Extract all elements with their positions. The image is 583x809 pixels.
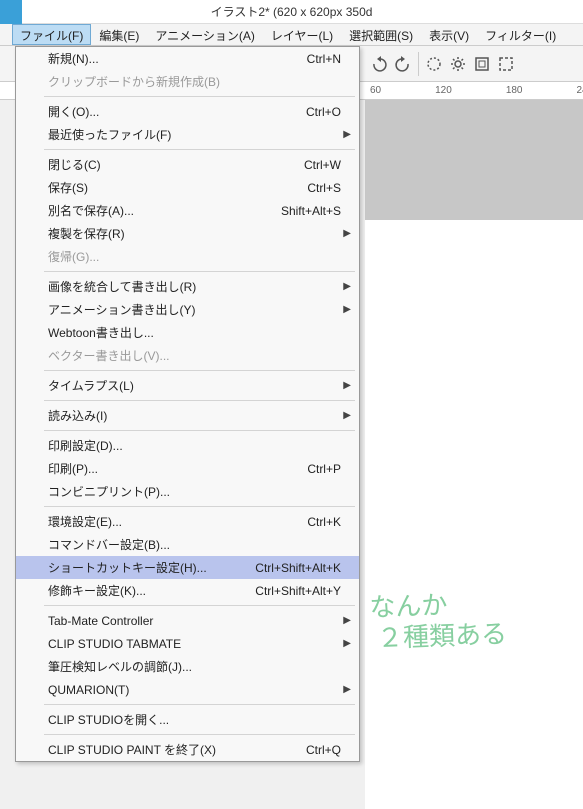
chevron-right-icon: ▶ [343,304,351,315]
label: 画像を統合して書き出し(R) [48,278,196,295]
label: 復帰(G)... [48,248,99,265]
redo-icon[interactable] [394,55,412,73]
shortcut: Ctrl+O [306,105,341,119]
menu-item-export-webtoon[interactable]: Webtoon書き出し... [16,321,359,344]
shortcut: Ctrl+S [307,181,341,195]
ruler-tick: 240 [577,85,583,96]
menubar: ファイル(F) 編集(E) アニメーション(A) レイヤー(L) 選択範囲(S)… [0,24,583,46]
menu-item-savedup[interactable]: 複製を保存(R) ▶ [16,222,359,245]
menu-item-tabmate[interactable]: CLIP STUDIO TABMATE ▶ [16,632,359,655]
menu-item-qumarion[interactable]: QUMARION(T) ▶ [16,678,359,701]
gear-icon[interactable] [449,55,467,73]
label: 筆圧検知レベルの調節(J)... [48,658,192,675]
menu-item-recent[interactable]: 最近使ったファイル(F) ▶ [16,123,359,146]
label: 読み込み(I) [48,407,107,424]
menu-item-open-clipstudio[interactable]: CLIP STUDIOを開く... [16,708,359,731]
menu-item-import[interactable]: 読み込み(I) ▶ [16,404,359,427]
menu-item-save[interactable]: 保存(S) Ctrl+S [16,176,359,199]
label: 別名で保存(A)... [48,202,134,219]
menu-edit[interactable]: 編集(E) [91,24,147,45]
snap-icon[interactable] [473,55,491,73]
label: 印刷設定(D)... [48,437,123,454]
menu-item-close[interactable]: 閉じる(C) Ctrl+W [16,153,359,176]
label: Tab-Mate Controller [48,614,153,628]
chevron-right-icon: ▶ [343,281,351,292]
label: コンビニプリント(P)... [48,483,170,500]
menu-item-commandbar[interactable]: コマンドバー設定(B)... [16,533,359,556]
file-menu-dropdown: 新規(N)... Ctrl+N クリップボードから新規作成(B) 開く(O)...… [15,46,360,762]
chevron-right-icon: ▶ [343,129,351,140]
menu-item-print-settings[interactable]: 印刷設定(D)... [16,434,359,457]
menu-item-tabmate-controller[interactable]: Tab-Mate Controller ▶ [16,609,359,632]
shortcut: Ctrl+W [304,158,341,172]
menu-filter[interactable]: フィルター(I) [477,24,564,45]
label: 修飾キー設定(K)... [48,582,146,599]
menu-file[interactable]: ファイル(F) [12,24,91,45]
menu-item-modifier-settings[interactable]: 修飾キー設定(K)... Ctrl+Shift+Alt+Y [16,579,359,602]
menu-item-pen-pressure[interactable]: 筆圧検知レベルの調節(J)... [16,655,359,678]
menu-item-quit[interactable]: CLIP STUDIO PAINT を終了(X) Ctrl+Q [16,738,359,761]
ruler-tick: 180 [506,85,523,96]
menu-item-convenience-print[interactable]: コンビニプリント(P)... [16,480,359,503]
menu-item-export-merge[interactable]: 画像を統合して書き出し(R) ▶ [16,275,359,298]
menu-item-shortcut-settings[interactable]: ショートカットキー設定(H)... Ctrl+Shift+Alt+K [16,556,359,579]
menu-item-clipboard-new: クリップボードから新規作成(B) [16,70,359,93]
menu-item-export-vector: ベクター書き出し(V)... [16,344,359,367]
menu-selection[interactable]: 選択範囲(S) [341,24,421,45]
label: 環境設定(E)... [48,513,122,530]
canvas[interactable] [365,220,583,809]
label: 最近使ったファイル(F) [48,126,171,143]
label: タイムラプス(L) [48,377,134,394]
label: 新規(N)... [48,50,99,67]
label: コマンドバー設定(B)... [48,536,170,553]
menu-item-open[interactable]: 開く(O)... Ctrl+O [16,100,359,123]
ruler-tick: 60 [370,85,381,96]
window-titlebar: イラスト2* (620 x 620px 350d [0,0,583,24]
menu-item-export-anim[interactable]: アニメーション書き出し(Y) ▶ [16,298,359,321]
label: ベクター書き出し(V)... [48,347,170,364]
canvas-area [365,100,583,809]
label: QUMARION(T) [48,683,129,697]
label: アニメーション書き出し(Y) [48,301,196,318]
label: ショートカットキー設定(H)... [48,559,207,576]
label: 閉じる(C) [48,156,101,173]
shortcut: Ctrl+K [307,515,341,529]
menu-item-saveas[interactable]: 別名で保存(A)... Shift+Alt+S [16,199,359,222]
label: 開く(O)... [48,103,99,120]
chevron-right-icon: ▶ [343,638,351,649]
crop-icon[interactable] [497,55,515,73]
menu-item-revert: 復帰(G)... [16,245,359,268]
shortcut: Shift+Alt+S [281,204,341,218]
chevron-right-icon: ▶ [343,615,351,626]
chevron-right-icon: ▶ [343,684,351,695]
undo-icon[interactable] [370,55,388,73]
menu-layer[interactable]: レイヤー(L) [263,24,341,45]
shortcut: Ctrl+Shift+Alt+K [255,561,341,575]
chevron-right-icon: ▶ [343,228,351,239]
menu-view[interactable]: 表示(V) [421,24,477,45]
label: 複製を保存(R) [48,225,125,242]
shortcut: Ctrl+P [307,462,341,476]
label: 保存(S) [48,179,88,196]
window-title: イラスト2* (620 x 620px 350d [211,5,373,19]
label: CLIP STUDIO PAINT を終了(X) [48,741,216,758]
shortcut: Ctrl+Shift+Alt+Y [255,584,341,598]
chevron-right-icon: ▶ [343,380,351,391]
label: 印刷(P)... [48,460,98,477]
label: CLIP STUDIO TABMATE [48,637,181,651]
shortcut: Ctrl+Q [306,743,341,757]
label: Webtoon書き出し... [48,324,154,341]
ruler-tick: 120 [435,85,452,96]
label: クリップボードから新規作成(B) [48,73,220,90]
clear-icon[interactable] [425,55,443,73]
menu-item-timelapse[interactable]: タイムラプス(L) ▶ [16,374,359,397]
menu-item-print[interactable]: 印刷(P)... Ctrl+P [16,457,359,480]
menu-item-new[interactable]: 新規(N)... Ctrl+N [16,47,359,70]
label: CLIP STUDIOを開く... [48,711,169,728]
chevron-right-icon: ▶ [343,410,351,421]
menu-animation[interactable]: アニメーション(A) [147,24,263,45]
shortcut: Ctrl+N [307,52,341,66]
menu-item-preferences[interactable]: 環境設定(E)... Ctrl+K [16,510,359,533]
